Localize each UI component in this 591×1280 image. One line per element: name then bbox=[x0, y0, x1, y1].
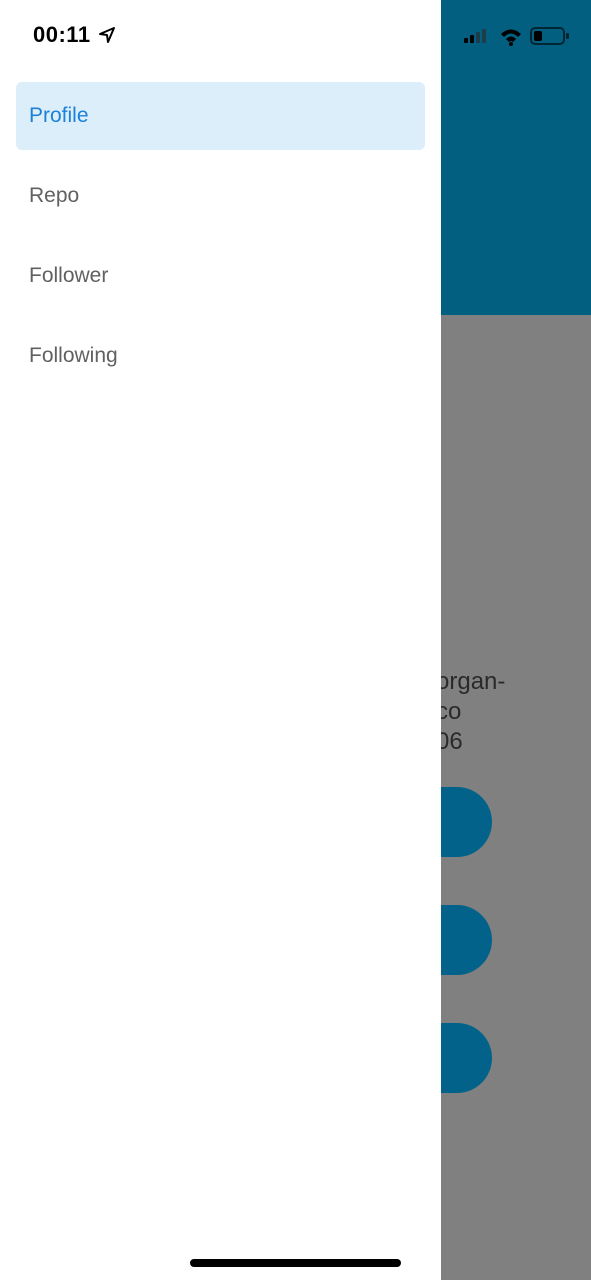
battery-icon bbox=[530, 27, 569, 45]
drawer-item-label: Profile bbox=[29, 104, 89, 127]
profile-info-line: organ- bbox=[436, 668, 506, 695]
drawer-item-follower[interactable]: Follower bbox=[16, 242, 425, 310]
location-arrow-icon bbox=[99, 27, 115, 43]
wifi-icon bbox=[501, 29, 521, 46]
home-indicator[interactable] bbox=[190, 1259, 401, 1267]
drawer-item-label: Follower bbox=[29, 264, 109, 287]
drawer-item-label: Repo bbox=[29, 184, 80, 207]
drawer-item-following[interactable]: Following bbox=[16, 322, 425, 390]
drawer-item-repo[interactable]: Repo bbox=[16, 162, 425, 230]
drawer-item-profile[interactable]: Profile bbox=[16, 82, 425, 150]
navigation-drawer: 00:11 Profile Repo Follower Following bbox=[0, 0, 441, 1280]
status-time: 00:11 bbox=[33, 22, 91, 47]
signal-icon bbox=[464, 29, 486, 43]
drawer-item-label: Following bbox=[29, 344, 118, 367]
